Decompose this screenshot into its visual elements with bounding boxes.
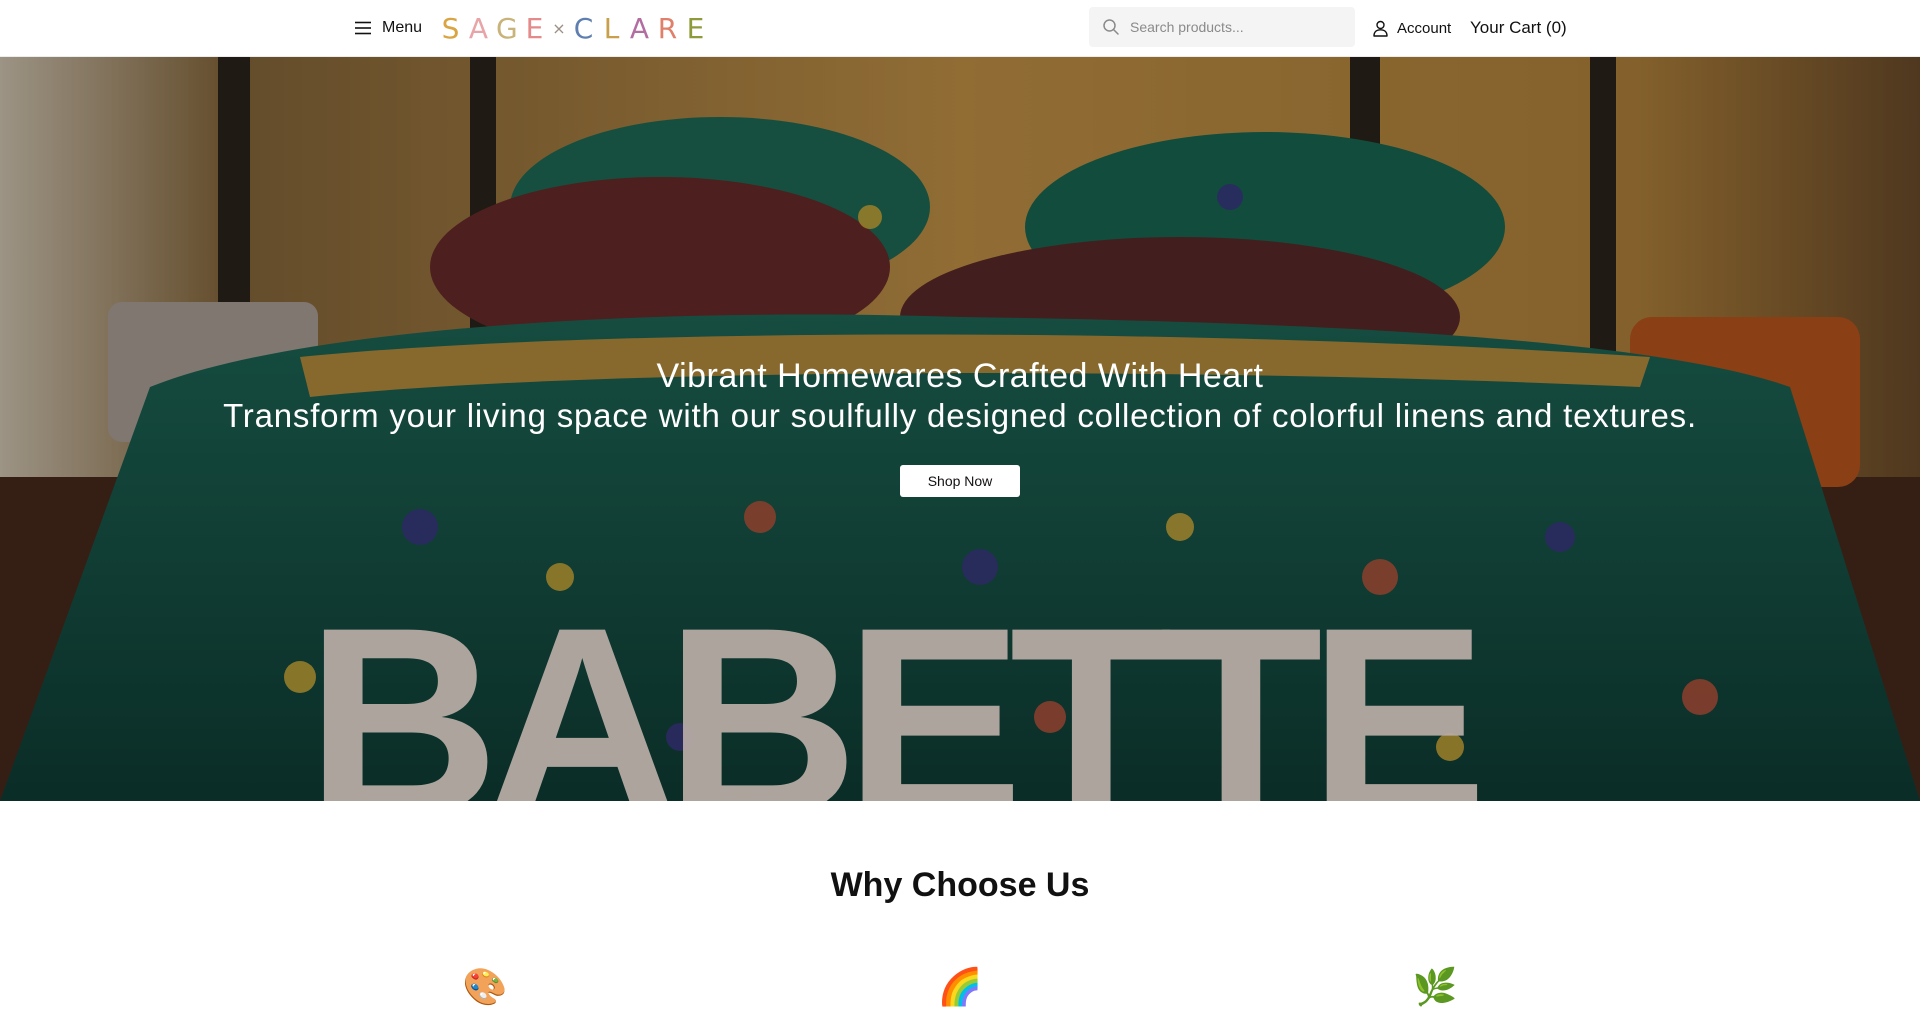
logo-letter: A — [629, 11, 650, 45]
account-link[interactable]: Account — [1372, 16, 1451, 40]
logo-letter: C — [573, 11, 594, 45]
logo-letter: E — [686, 11, 705, 45]
menu-button[interactable]: Menu — [354, 16, 422, 40]
hamburger-icon — [355, 21, 371, 35]
palette-icon: 🎨 — [462, 966, 508, 1007]
search-input[interactable] — [1130, 19, 1330, 35]
logo-letter: E — [525, 11, 544, 45]
logo-letter: R — [657, 11, 678, 45]
rainbow-icon: 🌈 — [937, 966, 983, 1007]
cart-link[interactable]: Your Cart (0) — [1470, 16, 1567, 40]
menu-label: Menu — [382, 19, 423, 36]
account-label: Account — [1397, 19, 1452, 37]
brand-logo[interactable]: S A G E × C L A R E — [440, 11, 706, 45]
hero-banner: BABETTE Vibrant Homewares Crafted With H… — [0, 57, 1920, 801]
search-icon — [1103, 19, 1119, 35]
herb-icon: 🌿 — [1412, 966, 1458, 1007]
site-header: Menu S A G E × C L A R E Account Your Ca… — [0, 0, 1920, 57]
user-icon — [1373, 20, 1388, 37]
hero-subtitle: Transform your living space with our sou… — [223, 397, 1697, 434]
logo-separator: × — [552, 18, 566, 38]
hero-title: Vibrant Homewares Crafted With Heart — [656, 357, 1264, 395]
cart-label: Your Cart (0) — [1470, 18, 1567, 37]
logo-letter: G — [496, 11, 518, 45]
section-title: Why Choose Us — [830, 866, 1090, 904]
logo-letter: L — [603, 11, 620, 45]
search-bar[interactable] — [1089, 7, 1355, 47]
logo-letter: A — [468, 11, 489, 45]
shop-now-button[interactable]: Shop Now — [900, 465, 1020, 497]
logo-letter: S — [441, 11, 460, 45]
hero-background-word: BABETTE — [306, 571, 1488, 801]
